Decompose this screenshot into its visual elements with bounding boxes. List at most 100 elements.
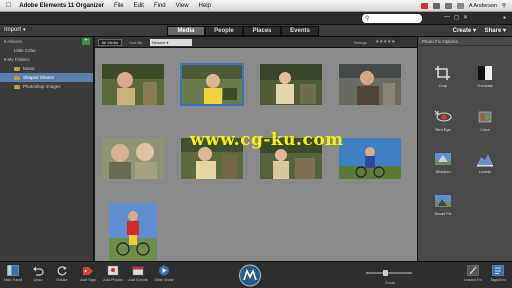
- minimize-icon[interactable]: —: [444, 14, 450, 21]
- sidebar-item-shaped-shares[interactable]: Shaped Shares: [0, 73, 93, 82]
- zoom-slider[interactable]: [366, 270, 412, 276]
- instant-fix-icon: [467, 265, 479, 276]
- create-button[interactable]: Create ▾: [453, 27, 476, 34]
- menu-find[interactable]: Find: [154, 3, 166, 9]
- slide-show-button[interactable]: Slide Show: [153, 265, 175, 282]
- chevron-down-icon: ▾: [502, 28, 506, 34]
- smart-fix-icon: [435, 195, 451, 207]
- site-logo-icon: [239, 264, 261, 287]
- rotate-button[interactable]: Rotate: [51, 265, 73, 282]
- share-button[interactable]: Share ▾: [485, 27, 506, 34]
- apple-icon[interactable]: : [6, 2, 11, 9]
- spotlight-icon[interactable]: ⚲: [502, 3, 506, 9]
- restore-icon[interactable]: ◻: [454, 14, 459, 21]
- app-name[interactable]: Adobe Elements 11 Organizer: [19, 3, 104, 9]
- sharpen-icon: [435, 153, 451, 165]
- add-events-button[interactable]: Add Events: [127, 265, 149, 282]
- tab-places[interactable]: Places: [243, 26, 281, 36]
- folders-header[interactable]: ▾ My Folders: [0, 55, 93, 64]
- albums-header[interactable]: ▾ Albums +: [0, 37, 93, 46]
- add-tags-button[interactable]: Add Tags: [77, 265, 99, 282]
- tray-volume-icon[interactable]: [456, 2, 464, 9]
- rotate-icon: [57, 266, 67, 276]
- undo-icon: [33, 266, 44, 276]
- folder-icon: [14, 66, 20, 71]
- hide-panel-button[interactable]: Hide Panel: [2, 265, 24, 282]
- menu-file[interactable]: File: [114, 3, 124, 9]
- crop-tool[interactable]: Crop: [428, 65, 458, 88]
- watermark-text: www.cg-ku.com: [190, 130, 344, 150]
- chevron-down-icon: ▾: [472, 28, 476, 34]
- contrast-tool[interactable]: Contrast: [470, 65, 500, 88]
- search-icon: ⚲: [365, 16, 370, 22]
- sidebar-item-photoshop-images[interactable]: Photoshop Images: [0, 82, 93, 91]
- view-tabs: Media People Places Events: [167, 26, 319, 36]
- disclosure-icon[interactable]: ▾: [4, 57, 6, 63]
- folder-icon: [14, 75, 20, 80]
- media-grid: [95, 48, 417, 261]
- color-tool[interactable]: Color: [470, 109, 500, 132]
- contrast-icon: [478, 66, 492, 80]
- sort-dropdown[interactable]: Newest ▾: [150, 39, 192, 46]
- disclosure-icon[interactable]: ▾: [4, 39, 6, 45]
- top-toolbar: ⚲ — ◻ ✕ ●: [0, 12, 512, 25]
- levels-icon: [477, 154, 493, 167]
- bottom-toolbar: Hide Panel Undo Rotate Add Tags Add Phot…: [0, 261, 512, 288]
- chevron-down-icon: ▾: [23, 27, 26, 33]
- folder-icon: [14, 84, 20, 89]
- tags-info-icon: [492, 265, 504, 276]
- undo-button[interactable]: Undo: [27, 265, 49, 282]
- tray-app-icon[interactable]: [420, 2, 428, 9]
- tab-media[interactable]: Media: [167, 26, 205, 36]
- ratings-label: Ratings: [353, 40, 367, 45]
- menubar-user[interactable]: A Anderson: [469, 3, 497, 9]
- tag-icon: [83, 267, 93, 275]
- sidebar-item-catalog[interactable]: Little Coho: [0, 46, 93, 55]
- mode-bar: Import ▾ Media People Places Events Creat…: [0, 25, 512, 37]
- search-field[interactable]: ⚲: [362, 14, 422, 23]
- photo-fix-panel: Photo Fix Options Crop Contrast Red Eye …: [417, 37, 512, 261]
- thumbnail-2[interactable]: [180, 63, 244, 106]
- smart-fix-tool[interactable]: Smart Fix: [428, 193, 458, 216]
- instant-fix-button[interactable]: Instant Fix: [462, 265, 484, 282]
- zoom-slider-handle[interactable]: [383, 270, 388, 276]
- add-photos-icon: [107, 265, 119, 276]
- close-icon[interactable]: ✕: [463, 14, 468, 21]
- thumbnail-3[interactable]: [260, 64, 322, 105]
- thumbnail-8[interactable]: [339, 138, 401, 179]
- menu-view[interactable]: View: [176, 3, 189, 9]
- crop-icon: [435, 66, 450, 80]
- sharpen-tool[interactable]: Sharpen: [428, 151, 458, 174]
- all-media-button[interactable]: All Media: [98, 39, 122, 46]
- red-eye-icon: [434, 110, 452, 122]
- thumbnail-4[interactable]: [339, 64, 401, 105]
- sort-label: Sort By:: [129, 40, 144, 45]
- hide-panel-icon: [7, 265, 19, 276]
- tab-events[interactable]: Events: [281, 26, 319, 36]
- tab-people[interactable]: People: [205, 26, 243, 36]
- color-icon: [478, 111, 492, 123]
- sidebar: ▾ Albums + Little Coho ▾ My Folders Musi…: [0, 37, 94, 261]
- add-event-icon: [132, 266, 144, 276]
- zoom-label: Zoom: [385, 280, 396, 285]
- menu-help[interactable]: Help: [199, 3, 211, 9]
- sidebar-item-music[interactable]: Music: [0, 64, 93, 73]
- add-photos-button[interactable]: Add Photos: [102, 265, 124, 282]
- signed-in-user[interactable]: ●: [503, 15, 506, 21]
- import-button[interactable]: Import ▾: [4, 27, 26, 33]
- red-eye-tool[interactable]: Red Eye: [428, 109, 458, 132]
- tray-wifi-icon[interactable]: [444, 2, 452, 9]
- thumbnail-9[interactable]: [109, 203, 157, 261]
- tray-monitor-icon[interactable]: [432, 2, 440, 9]
- thumbnail-1[interactable]: [102, 64, 164, 105]
- grid-toolbar: All Media Sort By: Newest ▾ Ratings ★★★★…: [95, 37, 417, 48]
- slideshow-icon: [159, 265, 169, 276]
- levels-tool[interactable]: Levels: [470, 151, 500, 174]
- rating-stars[interactable]: ★★★★★: [375, 39, 395, 45]
- tags-info-button[interactable]: Tags/Info: [487, 265, 509, 282]
- thumbnails-layer: [102, 63, 401, 261]
- thumbnail-5[interactable]: [102, 138, 164, 179]
- add-album-button[interactable]: +: [82, 38, 90, 45]
- panel-header: Photo Fix Options: [418, 37, 512, 46]
- menu-edit[interactable]: Edit: [134, 3, 144, 9]
